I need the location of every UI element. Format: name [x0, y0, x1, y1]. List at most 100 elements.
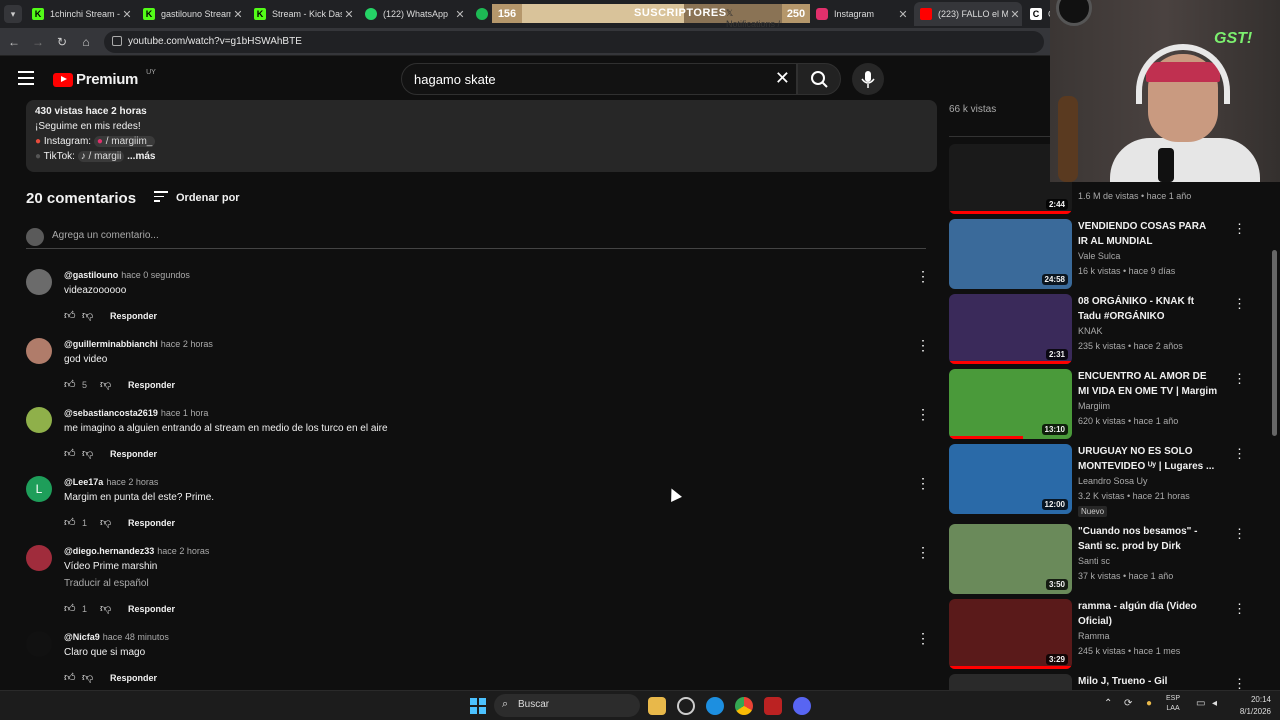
reply-button[interactable]: Responder: [128, 604, 175, 614]
comment-author[interactable]: @sebastiancosta2619: [64, 408, 158, 418]
video-thumbnail[interactable]: 3:29: [949, 599, 1072, 669]
comment-author[interactable]: @diego.hernandez33: [64, 546, 154, 556]
comment-time[interactable]: hace 1 hora: [161, 408, 209, 418]
chrome-icon[interactable]: [735, 697, 753, 715]
more-options-icon[interactable]: ⋮: [916, 476, 930, 490]
related-video-card[interactable]: 13:10 ENCUENTRO AL AMOR DE MI VIDA EN OME…: [949, 369, 1279, 439]
dislike-icon[interactable]: 👎︎: [82, 309, 96, 322]
tab-instagram[interactable]: Instagram ✕: [810, 2, 910, 26]
comment-author[interactable]: @Nicfa9: [64, 632, 100, 642]
volume-icon[interactable]: ◂: [1212, 698, 1217, 709]
channel-name[interactable]: Margiim: [1078, 401, 1110, 411]
add-comment-field[interactable]: Agrega un comentario...: [26, 227, 926, 249]
dislike-icon[interactable]: 👎︎: [82, 447, 96, 460]
video-thumbnail[interactable]: 12:00: [949, 444, 1072, 514]
comment-author[interactable]: @guillerminabbianchi: [64, 339, 158, 349]
edge-icon[interactable]: [706, 697, 724, 715]
video-title[interactable]: 08 ORGÁNIKO - KNAK ft Tadu #ORGÁNIKO: [1078, 294, 1218, 324]
tab-kick-dashboard[interactable]: K Stream - Kick Das ✕: [248, 2, 356, 26]
dislike-icon[interactable]: 👎︎: [100, 378, 114, 391]
more-options-icon[interactable]: ⋮: [916, 407, 930, 421]
channel-name[interactable]: KNAK: [1078, 326, 1103, 336]
comment-time[interactable]: hace 0 segundos: [121, 270, 190, 280]
network-icon[interactable]: ▭: [1196, 698, 1205, 709]
app-icon[interactable]: [764, 697, 782, 715]
tab-youtube-active[interactable]: (223) FALLO el MI ✕: [914, 2, 1022, 26]
more-options-icon[interactable]: ⋮: [1233, 526, 1246, 542]
reload-icon[interactable]: ↻: [54, 34, 70, 50]
like-icon[interactable]: 👍︎: [64, 309, 78, 322]
clear-search-icon[interactable]: ✕: [775, 68, 790, 89]
comment-time[interactable]: hace 48 minutos: [103, 632, 169, 642]
more-options-icon[interactable]: ⋮: [1233, 296, 1246, 312]
tab-spotify[interactable]: [470, 2, 492, 26]
show-more-link[interactable]: ...más: [127, 151, 155, 162]
comment-author[interactable]: @Lee17a: [64, 477, 103, 487]
video-title[interactable]: "Cuando nos besamos" - Santi sc. prod by…: [1078, 524, 1218, 554]
more-options-icon[interactable]: ⋮: [916, 269, 930, 283]
avatar[interactable]: [26, 338, 52, 364]
tab-whatsapp[interactable]: (122) WhatsApp ✕: [359, 2, 467, 26]
video-thumbnail[interactable]: 13:10: [949, 369, 1072, 439]
tab-1chinchi[interactable]: K 1chinchi Stream - ✕: [26, 2, 134, 26]
settings-icon[interactable]: [677, 697, 695, 715]
channel-name[interactable]: Leandro Sosa Uy: [1078, 476, 1148, 486]
video-title[interactable]: VENDIENDO COSAS PARA IR AL MUNDIAL: [1078, 219, 1218, 249]
close-tab-icon[interactable]: ✕: [1008, 8, 1022, 21]
sort-comments-button[interactable]: Ordenar por: [154, 191, 240, 205]
more-options-icon[interactable]: ⋮: [916, 338, 930, 352]
sync-icon[interactable]: ⟳: [1124, 698, 1132, 709]
home-icon[interactable]: ⌂: [78, 34, 94, 50]
more-options-icon[interactable]: ⋮: [1233, 601, 1246, 617]
video-title[interactable]: ramma - algún día (Video Oficial): [1078, 599, 1218, 629]
more-options-icon[interactable]: ⋮: [1233, 371, 1246, 387]
close-tab-icon[interactable]: ✕: [231, 8, 245, 21]
tab-c[interactable]: C Cl: [1024, 2, 1050, 26]
close-tab-icon[interactable]: ✕: [453, 8, 467, 21]
search-button[interactable]: [797, 63, 841, 95]
video-title[interactable]: URUGUAY NO ES SOLO MONTEVIDEO ᵁʸ | Lugar…: [1078, 444, 1218, 474]
instagram-link[interactable]: ● / margiim_: [93, 136, 156, 147]
comment-time[interactable]: hace 2 horas: [161, 339, 213, 349]
reply-button[interactable]: Responder: [128, 518, 175, 528]
voice-search-button[interactable]: [852, 63, 884, 95]
youtube-premium-logo[interactable]: Premium UY: [53, 69, 156, 88]
like-icon[interactable]: 👍︎: [64, 447, 78, 460]
video-thumbnail[interactable]: 3:50: [949, 524, 1072, 594]
dislike-icon[interactable]: 👎︎: [100, 516, 114, 529]
close-tab-icon[interactable]: ✕: [896, 8, 910, 21]
reply-button[interactable]: Responder: [128, 380, 175, 390]
language-indicator[interactable]: ESP LAA: [1166, 694, 1180, 714]
video-thumbnail[interactable]: 2:31: [949, 294, 1072, 364]
tab-gastilouno[interactable]: K gastilouno Stream ✕: [137, 2, 245, 26]
dislike-icon[interactable]: 👎︎: [100, 602, 114, 615]
microphone-icon[interactable]: ●: [1146, 698, 1152, 709]
related-video-card[interactable]: 24:58 VENDIENDO COSAS PARA IR AL MUNDIAL V…: [949, 219, 1279, 289]
reply-button[interactable]: Responder: [110, 449, 157, 459]
discord-icon[interactable]: [793, 697, 811, 715]
video-description[interactable]: 430 vistas hace 2 horas ¡Seguime en mis …: [26, 100, 937, 172]
search-input[interactable]: hagamo skate ✕: [401, 63, 797, 95]
scrollbar[interactable]: [1272, 250, 1277, 436]
reply-button[interactable]: Responder: [110, 311, 157, 321]
channel-name[interactable]: Ramma: [1078, 631, 1110, 641]
like-icon[interactable]: 👍︎: [64, 671, 78, 684]
chevron-up-icon[interactable]: ⌃: [1104, 698, 1112, 709]
related-video-card[interactable]: 3:50 "Cuando nos besamos" - Santi sc. pro…: [949, 524, 1279, 594]
taskbar-search[interactable]: ⌕ Buscar: [494, 694, 640, 717]
back-arrow-icon[interactable]: ←: [6, 34, 22, 50]
more-options-icon[interactable]: ⋮: [916, 545, 930, 559]
tab-search-button[interactable]: ▾: [4, 5, 22, 23]
reply-button[interactable]: Responder: [110, 673, 157, 683]
like-icon[interactable]: 👍︎: [64, 378, 78, 391]
site-info-icon[interactable]: [112, 36, 122, 46]
comment-time[interactable]: hace 2 horas: [106, 477, 158, 487]
related-video-card[interactable]: 2:31 08 ORGÁNIKO - KNAK ft Tadu #ORGÁNIKO…: [949, 294, 1279, 364]
channel-name[interactable]: Vale Sulca: [1078, 251, 1120, 261]
tiktok-link[interactable]: ♪ / margii: [77, 151, 125, 162]
more-options-icon[interactable]: ⋮: [1233, 221, 1246, 237]
more-options-icon[interactable]: ⋮: [1233, 446, 1246, 462]
clock[interactable]: 20:14 8/1/2026: [1225, 694, 1271, 718]
comment-author[interactable]: @gastilouno: [64, 270, 118, 280]
comment-time[interactable]: hace 2 horas: [157, 546, 209, 556]
